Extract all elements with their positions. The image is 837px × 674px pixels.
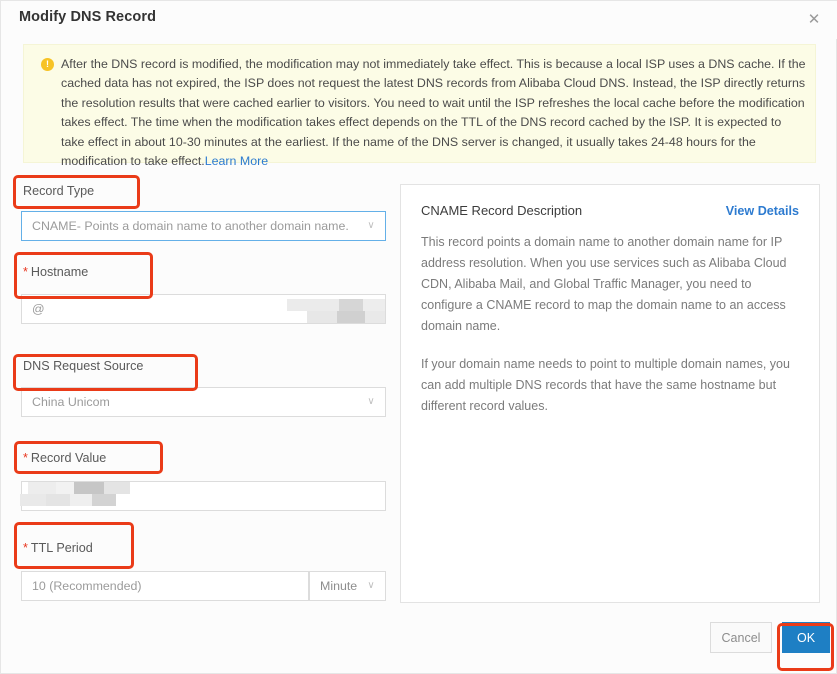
chevron-down-icon: ∨ xyxy=(366,397,376,407)
record-description-title: CNAME Record Description xyxy=(421,203,582,218)
warning-banner: ! After the DNS record is modified, the … xyxy=(23,44,816,163)
dns-request-source-value: China Unicom xyxy=(32,395,110,409)
ok-button[interactable]: OK xyxy=(782,622,830,653)
dns-request-source-label: DNS Request Source xyxy=(1,360,143,373)
chevron-down-icon: ∨ xyxy=(366,221,376,231)
cancel-button[interactable]: Cancel xyxy=(710,622,772,653)
hostname-label-text: Hostname xyxy=(31,265,88,279)
learn-more-link[interactable]: Learn More xyxy=(205,154,268,168)
ttl-period-value: 10 (Recommended) xyxy=(32,579,142,593)
record-description-header: CNAME Record Description View Details xyxy=(421,203,799,218)
dialog-footer: Cancel OK xyxy=(1,605,837,673)
required-marker: * xyxy=(23,451,28,465)
warning-banner-body: After the DNS record is modified, the mo… xyxy=(61,57,805,168)
record-type-label: Record Type xyxy=(1,185,94,198)
close-icon[interactable]: ✕ xyxy=(802,7,826,31)
ttl-period-input[interactable]: 10 (Recommended) xyxy=(21,571,309,601)
record-value-masked-value xyxy=(20,479,135,513)
ttl-unit-value: Minute xyxy=(320,579,357,593)
ttl-unit-select[interactable]: Minute ∨ xyxy=(309,571,386,601)
chevron-down-icon: ∨ xyxy=(366,581,376,591)
record-type-value: CNAME- Points a domain name to another d… xyxy=(32,219,349,233)
warning-banner-text: After the DNS record is modified, the mo… xyxy=(61,55,807,171)
record-description-paragraph-2: If your domain name needs to point to mu… xyxy=(421,354,799,417)
record-value-label: *Record Value xyxy=(1,452,106,465)
record-description-paragraph-1: This record points a domain name to anot… xyxy=(421,232,799,337)
hostname-input[interactable]: @ xyxy=(21,294,386,324)
required-marker: * xyxy=(23,541,28,555)
record-value-label-text: Record Value xyxy=(31,451,106,465)
record-type-select[interactable]: CNAME- Points a domain name to another d… xyxy=(21,211,386,241)
ttl-period-label: *TTL Period xyxy=(1,542,93,555)
hostname-masked-value xyxy=(287,295,387,323)
dialog-titlebar: Modify DNS Record ✕ xyxy=(1,1,837,39)
dns-request-source-select[interactable]: China Unicom ∨ xyxy=(21,387,386,417)
record-value-input[interactable] xyxy=(21,481,386,511)
hostname-label: *Hostname xyxy=(1,266,88,279)
required-marker: * xyxy=(23,265,28,279)
modify-dns-record-dialog: Modify DNS Record ✕ ! After the DNS reco… xyxy=(0,0,837,674)
ttl-period-label-text: TTL Period xyxy=(31,541,93,555)
hostname-value: @ xyxy=(32,302,45,316)
view-details-link[interactable]: View Details xyxy=(726,204,799,218)
warning-icon: ! xyxy=(41,58,54,71)
page-title: Modify DNS Record xyxy=(19,9,156,25)
record-description-panel: CNAME Record Description View Details Th… xyxy=(400,184,820,603)
